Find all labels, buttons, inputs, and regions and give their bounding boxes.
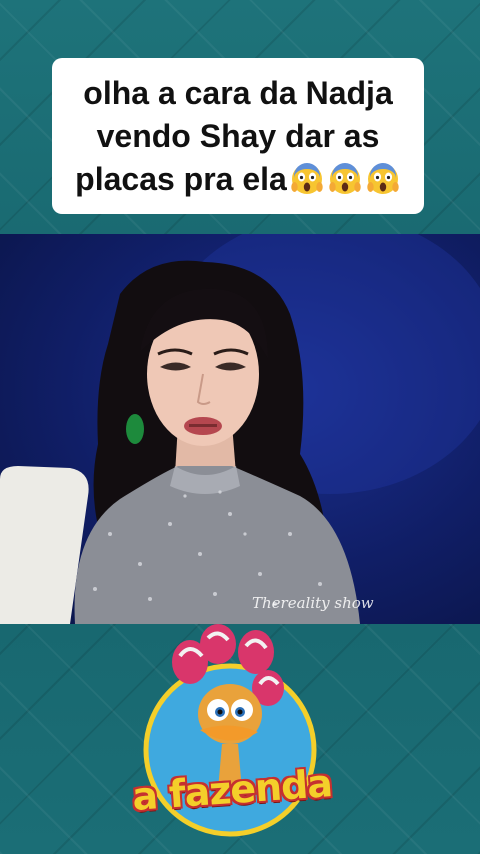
face-screaming-in-fear-icon xyxy=(367,162,399,194)
caption-text-block: olha a cara da Nadja vendo Shay dar as p… xyxy=(52,72,424,201)
video-frame[interactable] xyxy=(0,234,480,624)
face-screaming-in-fear-icon xyxy=(291,162,323,194)
video-watermark: Thereality show xyxy=(252,594,374,612)
green-earring xyxy=(126,414,144,444)
caption-card: olha a cara da Nadja vendo Shay dar as p… xyxy=(52,58,424,214)
mouth-line xyxy=(189,424,217,427)
caption-emojis xyxy=(287,158,401,201)
video-still xyxy=(0,234,480,624)
face-screaming-in-fear-icon xyxy=(329,162,361,194)
